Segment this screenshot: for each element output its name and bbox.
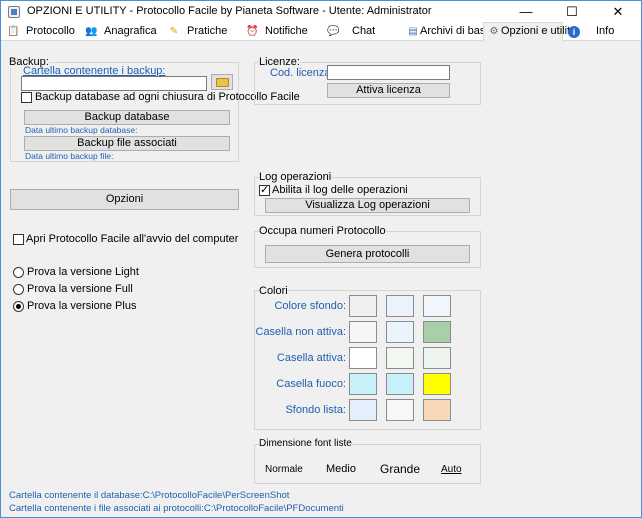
- color-swatch[interactable]: [423, 399, 451, 421]
- tab-protocollo[interactable]: 📋 Protocollo: [3, 23, 81, 41]
- font-size-medio[interactable]: Medio: [326, 463, 356, 475]
- color-row-label: Casella attiva:: [276, 352, 346, 364]
- app-window: OPZIONI E UTILITY - Protocollo Facile by…: [0, 0, 642, 518]
- log-group-label: Log operazioni: [259, 171, 332, 183]
- clipboard-icon: 📋: [7, 26, 20, 37]
- font-size-grande[interactable]: Grande: [380, 462, 420, 476]
- startup-label: Apri Protocollo Facile all'avvio del com…: [26, 233, 239, 245]
- startup-checkbox[interactable]: [13, 234, 24, 245]
- license-code-label: Cod. licenza:: [270, 67, 334, 79]
- enable-log-checkbox[interactable]: [259, 183, 270, 196]
- color-swatch[interactable]: [349, 295, 377, 317]
- tab-archivi-di-base[interactable]: ▤ Archivi di base: [403, 23, 491, 41]
- gear-icon: ⚙: [489, 26, 499, 37]
- radio-version-light[interactable]: [13, 267, 24, 278]
- last-file-backup-label: Data ultimo backup file:: [25, 151, 114, 161]
- font-size-normale[interactable]: Normale: [265, 464, 303, 475]
- info-icon: i: [568, 26, 580, 38]
- tab-label: Info: [596, 25, 615, 37]
- license-code-input[interactable]: [327, 65, 450, 80]
- radio-version-light-label: Prova la versione Light: [27, 266, 139, 278]
- tab-label: Pratiche: [187, 25, 228, 37]
- color-swatch[interactable]: [349, 399, 377, 421]
- radio-version-plus[interactable]: [13, 301, 24, 312]
- last-db-backup-label: Data ultimo backup database:: [25, 125, 138, 135]
- font-size-group-label: Dimensione font liste: [259, 438, 352, 449]
- color-swatch[interactable]: [423, 295, 451, 317]
- backup-database-button[interactable]: Backup database: [24, 110, 230, 125]
- activate-license-button[interactable]: Attiva licenza: [327, 83, 450, 98]
- tab-chat[interactable]: 💬 Chat: [323, 23, 383, 41]
- minimize-button[interactable]: —: [503, 1, 549, 23]
- window-title: OPZIONI E UTILITY - Protocollo Facile by…: [27, 5, 432, 17]
- tab-label: Protocollo: [26, 25, 75, 37]
- radio-version-full-label: Prova la versione Full: [27, 283, 133, 295]
- tab-opzioni-e-utility[interactable]: ⚙ Opzioni e utility: [483, 22, 576, 42]
- backup-folder-input[interactable]: [21, 76, 207, 91]
- tab-notifiche[interactable]: ⏰ Notifiche: [242, 23, 312, 41]
- chat-icon: 💬: [327, 26, 340, 37]
- opzioni-button[interactable]: Opzioni: [10, 189, 239, 210]
- protocol-numbers-group-label: Occupa numeri Protocollo: [259, 225, 386, 237]
- color-swatch[interactable]: [423, 347, 451, 369]
- font-size-auto[interactable]: Auto: [441, 464, 462, 475]
- tab-pratiche[interactable]: ✎ Pratiche: [164, 23, 234, 41]
- colors-group-label: Colori: [259, 285, 288, 297]
- tab-label: Archivi di base: [420, 25, 492, 37]
- color-swatch[interactable]: [386, 399, 414, 421]
- close-button[interactable]: ✕: [595, 1, 641, 23]
- radio-version-full[interactable]: [13, 284, 24, 295]
- auto-backup-checkbox[interactable]: [21, 92, 32, 103]
- folder-icon: [216, 78, 229, 87]
- tab-bar: 📋 Protocollo 👥 Anagrafica ✎ Pratiche ⏰ N…: [1, 22, 641, 42]
- view-log-button[interactable]: Visualizza Log operazioni: [265, 198, 470, 213]
- maximize-button[interactable]: ☐: [549, 1, 595, 23]
- enable-log-label: Abilita il log delle operazioni: [272, 184, 408, 196]
- color-row-label: Colore sfondo:: [274, 300, 346, 312]
- archive-icon: ▤: [408, 26, 418, 37]
- title-bar: OPZIONI E UTILITY - Protocollo Facile by…: [1, 1, 641, 23]
- color-swatch[interactable]: [386, 373, 414, 395]
- tab-label: Chat: [352, 25, 376, 37]
- people-icon: 👥: [85, 26, 98, 37]
- app-icon: [8, 6, 20, 18]
- db-folder-status: Cartella contenente il database:C:\Proto…: [9, 490, 290, 501]
- color-row-label: Casella non attiva:: [255, 326, 347, 338]
- pencil-icon: ✎: [169, 26, 179, 37]
- files-folder-status: Cartella contenente i file associati ai …: [9, 503, 344, 514]
- color-swatch[interactable]: [349, 321, 377, 343]
- tab-info[interactable]: i Info: [564, 23, 624, 41]
- color-row-label: Sfondo lista:: [285, 404, 346, 416]
- tab-label: Anagrafica: [104, 25, 157, 37]
- color-swatch[interactable]: [386, 347, 414, 369]
- color-swatch[interactable]: [423, 321, 451, 343]
- backup-files-button[interactable]: Backup file associati: [24, 136, 230, 151]
- tab-anagrafica[interactable]: 👥 Anagrafica: [81, 23, 159, 41]
- color-swatch[interactable]: [349, 373, 377, 395]
- color-swatch[interactable]: [349, 347, 377, 369]
- browse-folder-button[interactable]: [211, 74, 233, 90]
- radio-version-plus-label: Prova la versione Plus: [27, 300, 137, 312]
- color-swatch[interactable]: [386, 295, 414, 317]
- tab-label: Notifiche: [265, 25, 308, 37]
- color-swatch[interactable]: [423, 373, 451, 395]
- color-row-label: Casella fuoco:: [276, 378, 346, 390]
- alarm-icon: ⏰: [246, 26, 259, 37]
- generate-protocols-button[interactable]: Genera protocolli: [265, 245, 470, 263]
- color-swatch[interactable]: [386, 321, 414, 343]
